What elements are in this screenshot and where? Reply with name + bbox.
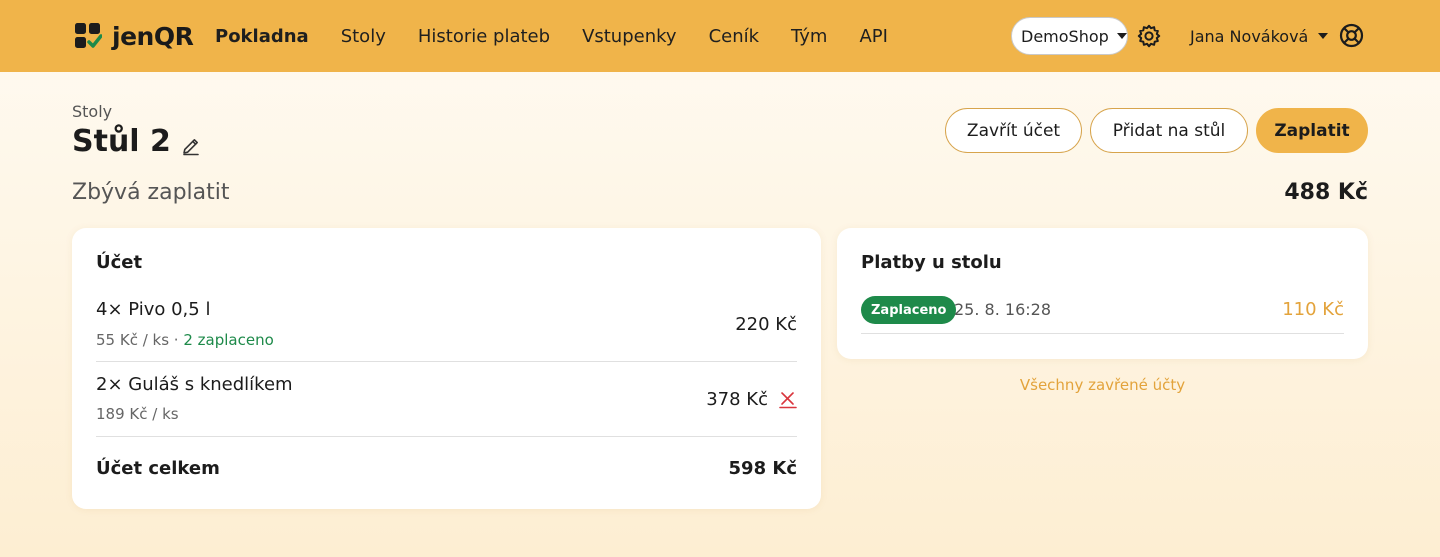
closed-bills-link[interactable]: Všechny zavřené účty [837,376,1368,394]
pencil-icon[interactable] [181,136,201,156]
bill-item-paid-note: 2 zaplaceno [183,331,274,349]
nav-link-stoly[interactable]: Stoly [341,26,386,47]
bill-card-title: Účet [96,252,143,273]
lifebuoy-icon[interactable] [1339,23,1364,48]
user-name: Jana Nováková [1190,26,1309,46]
chevron-down-icon [1318,33,1329,39]
bill-total-value: 598 Kč [728,458,797,479]
remaining-value: 488 Kč [1284,180,1368,205]
add-to-table-button[interactable]: Přidat na stůl [1090,108,1248,153]
payments-card-title: Platby u stolu [861,252,1002,273]
bill-item-name: 4× Pivo 0,5 l [96,299,211,320]
nav-link-pokladna[interactable]: Pokladna [215,26,309,47]
payments-card: Platby u stolu Zaplaceno 25. 8. 16:28 11… [837,228,1368,359]
bill-item-unit: 55 Kč / ks [96,331,170,349]
close-icon[interactable] [779,391,797,409]
bill-item-unit-price: 55 Kč / ks · 2 zaplaceno [96,331,274,349]
nav-link-historie-plateb[interactable]: Historie plateb [418,26,550,47]
breadcrumb[interactable]: Stoly [72,102,112,121]
bill-total-row: Účet celkem 598 Kč [96,458,797,482]
bill-item-row: 4× Pivo 0,5 l 55 Kč / ks · 2 zaplaceno 2… [96,288,797,362]
brand-logo-icon [75,23,102,48]
nav-link-tym[interactable]: Tým [791,26,827,47]
payment-amount: 110 Kč [1282,299,1344,320]
payment-time: 25. 8. 16:28 [954,300,1051,319]
bill-item-row: 2× Guláš s knedlíkem 189 Kč / ks 378 Kč [96,362,797,437]
nav-link-api[interactable]: API [859,26,887,47]
bill-total-label: Účet celkem [96,458,220,479]
status-badge: Zaplaceno [861,296,957,324]
nav-link-vstupenky[interactable]: Vstupenky [582,26,677,47]
brand[interactable]: jenQR [74,20,194,52]
close-bill-button[interactable]: Zavřít účet [945,108,1082,153]
top-navbar: jenQR Pokladna Stoly Historie plateb Vst… [0,0,1440,72]
bill-item-unit: 189 Kč / ks [96,405,179,423]
pay-button[interactable]: Zaplatit [1256,108,1368,153]
chevron-down-icon [1116,33,1127,39]
bill-item-price: 378 Kč [706,389,768,410]
nav-links: Pokladna Stoly Historie plateb Vstupenky… [215,0,920,72]
bill-item-price: 220 Kč [735,314,797,335]
nav-link-cenik[interactable]: Ceník [709,26,759,47]
bill-item-name: 2× Guláš s knedlíkem [96,374,293,395]
payment-row[interactable]: Zaplaceno 25. 8. 16:28 110 Kč [861,296,1344,334]
gear-icon[interactable] [1137,24,1161,48]
page-title: Stůl 2 [72,124,201,159]
bill-item-separator: · [169,331,184,349]
page-title-text: Stůl 2 [72,124,171,159]
remaining-label: Zbývá zaplatit [72,180,230,205]
shop-select[interactable]: DemoShop [1011,17,1128,55]
brand-name: jenQR [112,21,194,51]
bill-card: Účet 4× Pivo 0,5 l 55 Kč / ks · 2 zaplac… [72,228,821,509]
shop-select-value: DemoShop [1021,26,1109,46]
user-menu[interactable]: Jana Nováková [1190,24,1329,48]
